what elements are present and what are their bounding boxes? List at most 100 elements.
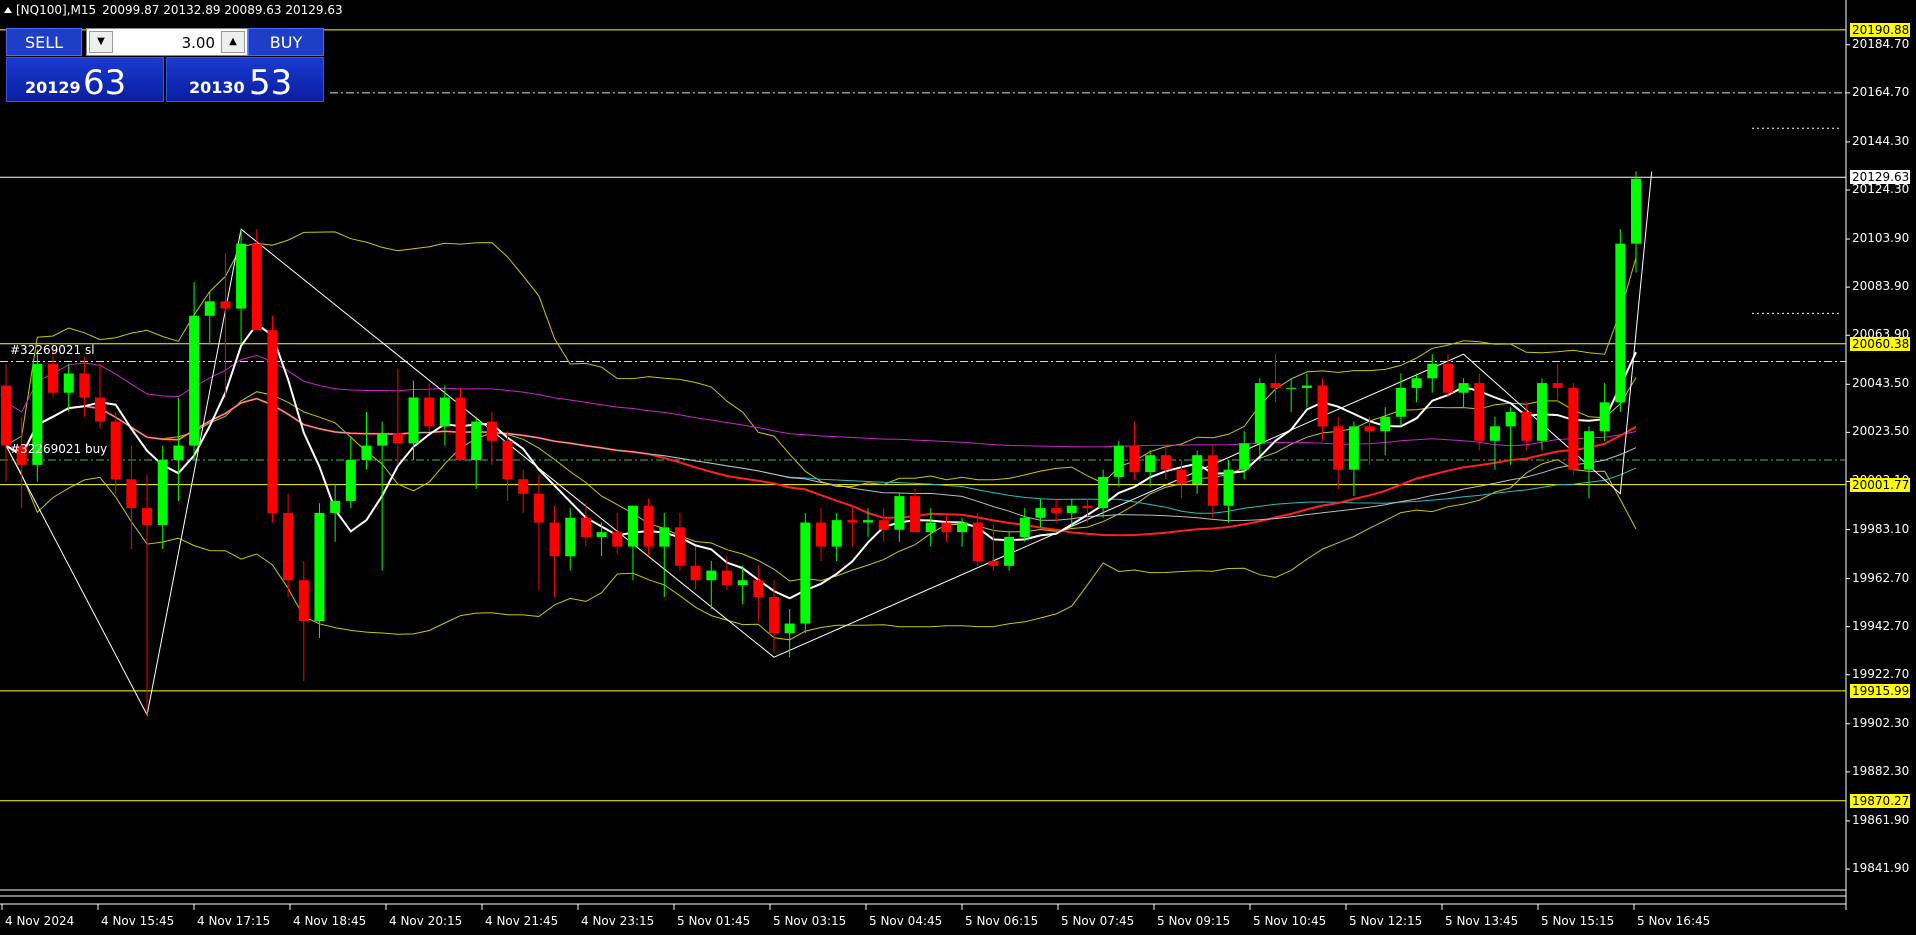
candle-body	[1270, 383, 1281, 388]
price-tick-label: 20103.90	[1852, 231, 1910, 246]
lot-size-input[interactable]	[117, 32, 217, 54]
stop-loss-order-label[interactable]: #32269021 sl	[10, 343, 95, 357]
candle-body	[345, 460, 356, 501]
candle-body	[1631, 178, 1641, 244]
candle	[455, 387, 466, 461]
candle-body	[1521, 411, 1532, 441]
candle-body	[267, 330, 278, 513]
candle	[768, 580, 779, 653]
candle-body	[612, 532, 623, 547]
candle-body	[502, 440, 513, 480]
sell-price-box[interactable]: 20129 63	[6, 57, 164, 103]
sell-button[interactable]: SELL	[6, 28, 82, 56]
level-price-tag: 19870.27	[1850, 793, 1910, 808]
price-tick-label: 19861.90	[1852, 812, 1910, 827]
candle	[580, 503, 591, 547]
candle	[1129, 421, 1140, 480]
candle	[1301, 373, 1312, 408]
candle-body	[549, 522, 560, 557]
candle-body	[925, 522, 936, 533]
candle-body	[1301, 385, 1312, 388]
candle	[1364, 416, 1375, 465]
time-tick-label: 5 Nov 01:45	[677, 914, 751, 928]
buy-order-label[interactable]: #32269021 buy	[10, 442, 107, 456]
sell-price-pips: 63	[83, 63, 127, 103]
candle	[1583, 426, 1594, 499]
candle-body	[706, 570, 717, 581]
candle	[142, 474, 153, 715]
lot-decrease-arrow-icon[interactable]: ▼	[89, 31, 113, 53]
candle-body	[1176, 469, 1187, 485]
candle-body	[565, 517, 576, 557]
candle-body	[1035, 508, 1046, 518]
candle-body	[941, 522, 952, 533]
candle	[204, 291, 215, 345]
candle	[721, 556, 732, 590]
candle	[800, 512, 811, 634]
buy-button[interactable]: BUY	[248, 28, 324, 56]
candle-body	[1317, 385, 1328, 427]
candle-body	[721, 570, 732, 586]
candle	[1599, 383, 1610, 441]
price-chart[interactable]	[0, 0, 1916, 935]
candle-body	[800, 522, 811, 624]
buy-price-main: 20130	[189, 78, 245, 97]
candle-body	[988, 561, 999, 566]
candle	[1019, 508, 1030, 542]
lot-increase-arrow-icon[interactable]: ▲	[221, 31, 245, 53]
candle-body	[204, 301, 215, 316]
candle	[831, 512, 842, 562]
candle-body	[1066, 505, 1077, 513]
level-price-tag: 20060.38	[1850, 336, 1910, 351]
candle	[972, 512, 983, 566]
candle-body	[1254, 383, 1265, 444]
candle	[471, 416, 482, 489]
candle	[408, 380, 419, 461]
candle	[330, 484, 341, 542]
candle-body	[910, 496, 921, 533]
price-tick-label: 19962.70	[1852, 570, 1910, 585]
candle	[690, 546, 701, 590]
candle	[1458, 378, 1469, 408]
candle-body	[1583, 431, 1594, 470]
candle-body	[1568, 387, 1579, 470]
candle-body	[63, 373, 74, 393]
candle-body	[298, 580, 309, 622]
candle	[988, 524, 999, 571]
candle-body	[596, 532, 607, 537]
time-tick-label: 5 Nov 16:45	[1637, 914, 1711, 928]
candle	[502, 431, 513, 501]
price-tick-label: 19902.30	[1852, 715, 1910, 730]
candle-body	[189, 315, 200, 446]
symbol-timeframe: [NQ100],M15	[16, 3, 97, 17]
candle-body	[957, 522, 968, 533]
time-tick-label: 5 Nov 09:15	[1157, 914, 1231, 928]
candle	[1035, 498, 1046, 528]
candle	[361, 411, 372, 470]
candle-body	[533, 493, 544, 523]
time-tick-label: 5 Nov 04:45	[869, 914, 943, 928]
candle-body	[314, 512, 325, 622]
candle-body	[283, 512, 294, 581]
candle-body	[142, 508, 153, 525]
candle-body	[847, 520, 858, 523]
candle-body	[1129, 445, 1140, 473]
candle	[1145, 450, 1156, 487]
candle	[1286, 378, 1297, 412]
candle-body	[377, 433, 388, 446]
candle	[1631, 171, 1641, 273]
candle	[236, 229, 247, 345]
candle	[1160, 445, 1171, 480]
price-tick-label: 20023.50	[1852, 424, 1910, 439]
price-tick-label: 20164.70	[1852, 84, 1910, 99]
candle	[549, 505, 560, 598]
candle-body	[1536, 383, 1547, 441]
candle-body	[79, 373, 90, 398]
candle-body	[361, 445, 372, 461]
buy-price-box[interactable]: 20130 53	[166, 57, 324, 103]
candle	[1411, 373, 1422, 403]
collapse-triangle-icon[interactable]	[4, 7, 12, 13]
candle-body	[784, 623, 795, 634]
candle-body	[1145, 455, 1156, 473]
candle-body	[659, 527, 670, 547]
